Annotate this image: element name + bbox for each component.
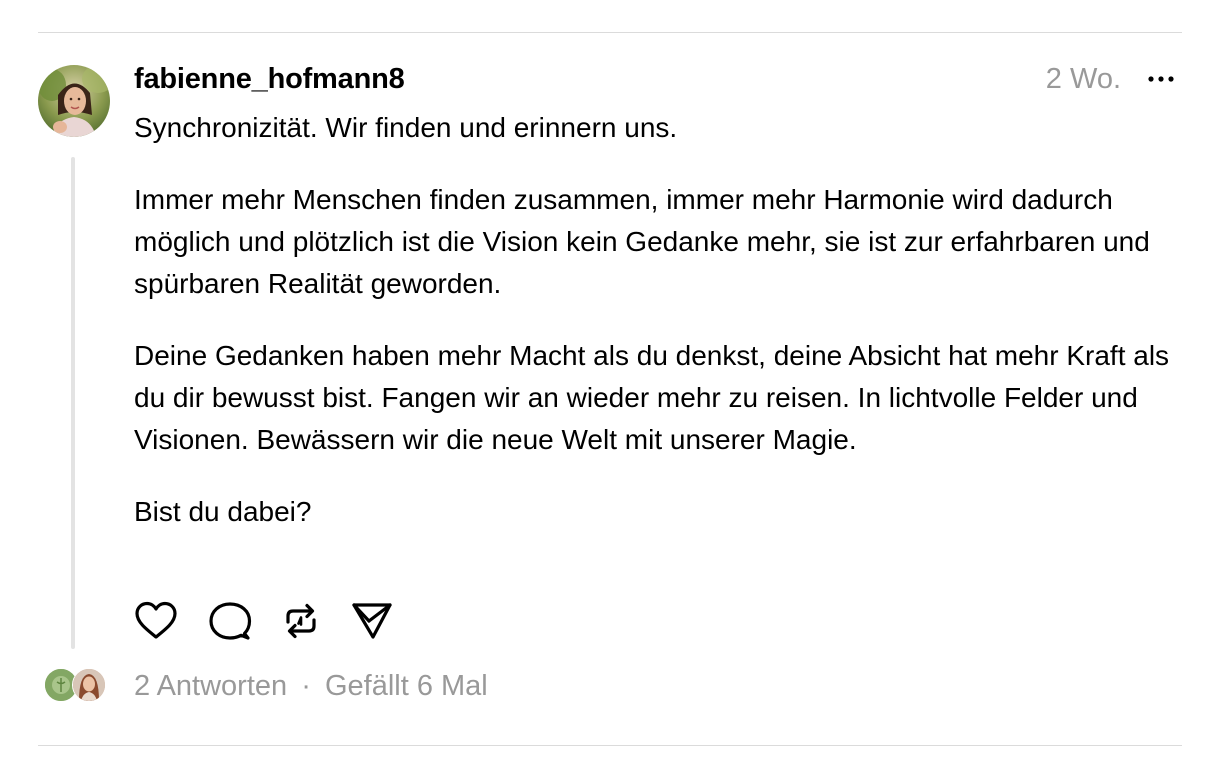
more-options-button[interactable] — [1145, 66, 1177, 92]
post-paragraph: Immer mehr Menschen finden zusammen, imm… — [134, 184, 1150, 299]
bottom-divider — [38, 745, 1182, 746]
stats-separator: · — [301, 670, 311, 702]
avatar-photo — [38, 65, 110, 137]
post-paragraph: Deine Gedanken haben mehr Macht als du d… — [134, 340, 1170, 455]
reply-avatar-image — [73, 669, 105, 701]
post-paragraph: Bist du dabei? — [134, 496, 312, 527]
top-divider — [38, 32, 1182, 33]
author-avatar[interactable] — [38, 65, 110, 137]
like-button[interactable] — [134, 600, 178, 642]
send-icon — [352, 603, 392, 639]
share-button[interactable] — [350, 600, 394, 642]
thread-line — [71, 157, 75, 649]
likes-count-link[interactable]: Gefällt 6 Mal — [325, 670, 488, 702]
author-username[interactable]: fabienne_hofmann8 — [134, 60, 405, 98]
repost-button[interactable] — [279, 600, 323, 642]
post-body: Synchronizität. Wir finden und erinnern … — [134, 107, 1174, 533]
heart-icon — [135, 601, 177, 639]
reply-avatar — [72, 668, 106, 702]
post-paragraph: Synchronizität. Wir finden und erinnern … — [134, 112, 678, 143]
post-timestamp: 2 Wo. — [1045, 63, 1121, 95]
replies-count-link[interactable]: 2 Antworten — [134, 670, 287, 702]
repost-icon — [286, 603, 316, 639]
more-icon — [1148, 76, 1174, 82]
post-stats: 2 Antworten · Gefällt 6 Mal — [134, 667, 488, 705]
reply-button[interactable] — [208, 600, 252, 642]
comment-icon — [209, 602, 252, 640]
reply-avatars[interactable] — [44, 668, 108, 702]
